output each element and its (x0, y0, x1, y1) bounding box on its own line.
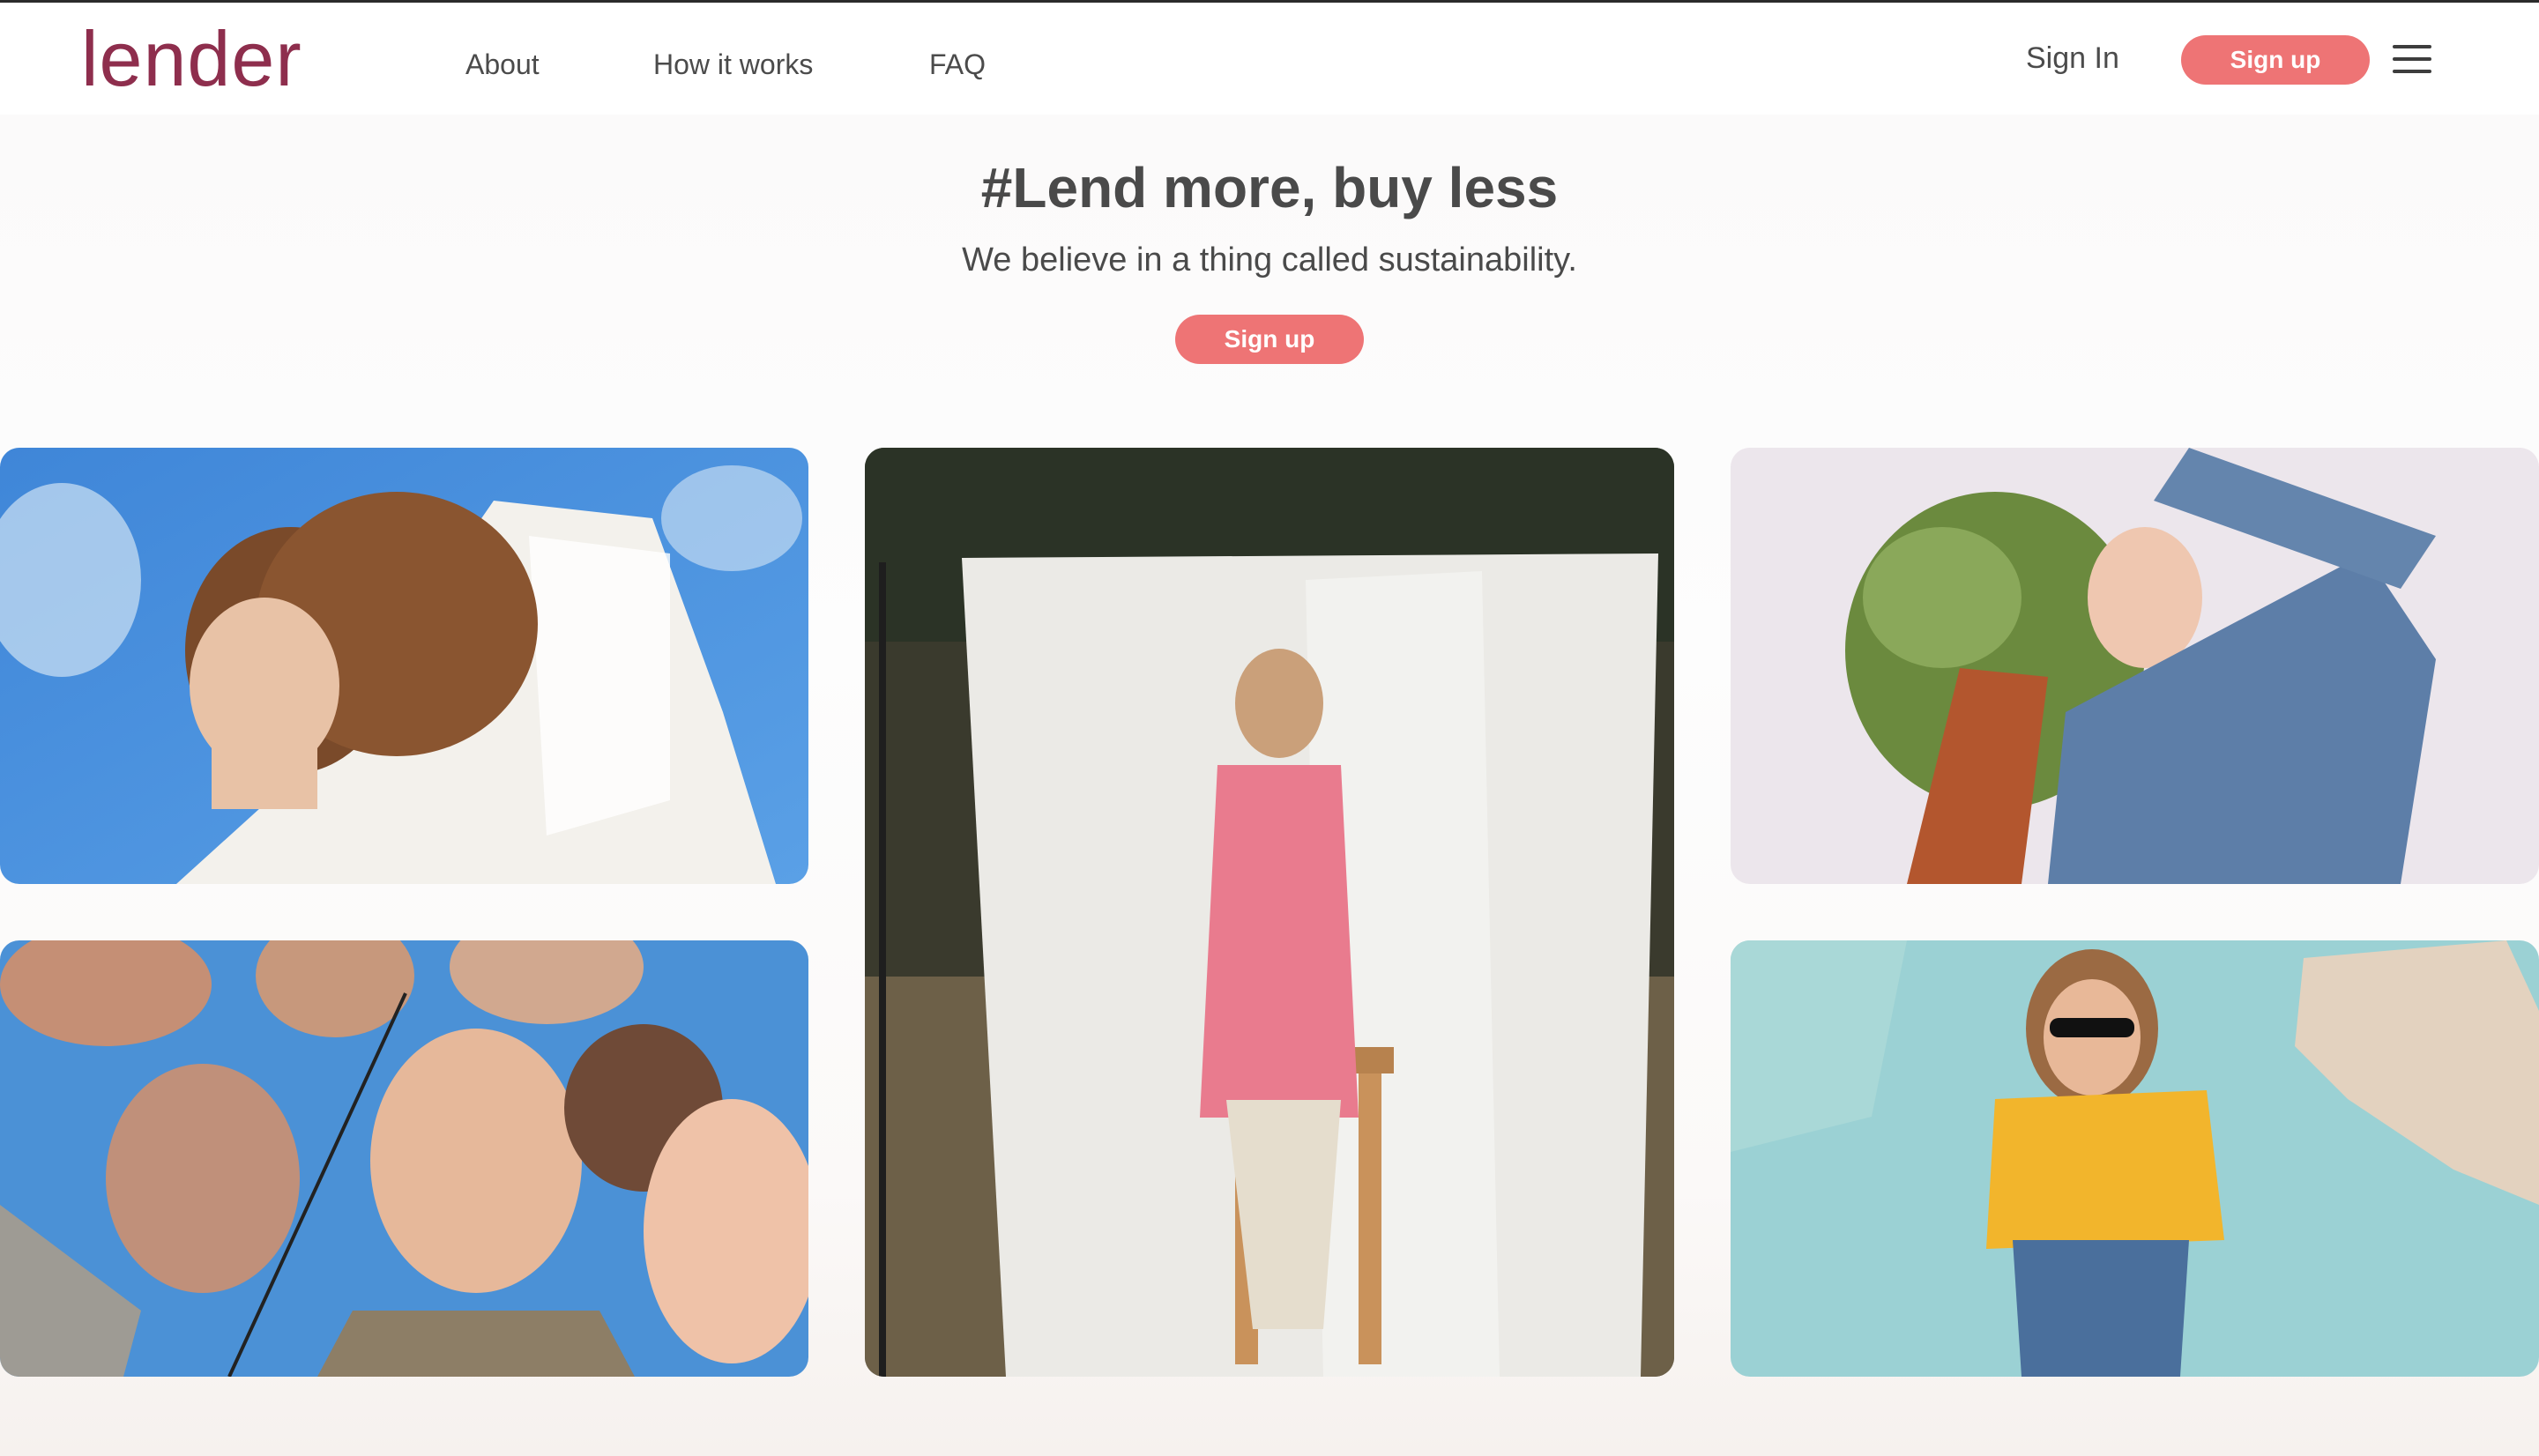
photo-woman-blue-sky (0, 448, 808, 884)
menu-line (2393, 45, 2431, 48)
hero-title: #Lend more, buy less (980, 156, 1559, 219)
photo-woman-flowers-hair (1731, 448, 2539, 884)
menu-line (2393, 57, 2431, 61)
nav-link-faq[interactable]: FAQ (929, 48, 986, 81)
menu-line (2393, 70, 2431, 73)
photo-woman-yellow-shirt (1731, 940, 2539, 1377)
logo-text: lender (81, 22, 302, 101)
hamburger-menu-icon[interactable] (2393, 45, 2431, 73)
navbar: lender About How it works FAQ Sign In Si… (0, 3, 2539, 115)
sign-in-link[interactable]: Sign In (2026, 41, 2119, 76)
nav-link-how-it-works[interactable]: How it works (653, 48, 813, 81)
photo-woman-pink-jacket (865, 448, 1674, 1377)
photo-group-friends (0, 940, 808, 1377)
nav-link-about[interactable]: About (465, 48, 540, 81)
lender-logo[interactable]: lender (81, 22, 319, 101)
hero-sign-up-button[interactable]: Sign up (1175, 315, 1364, 364)
nav-sign-up-button[interactable]: Sign up (2181, 35, 2370, 85)
hero-subtitle: We believe in a thing called sustainabil… (962, 241, 1577, 279)
